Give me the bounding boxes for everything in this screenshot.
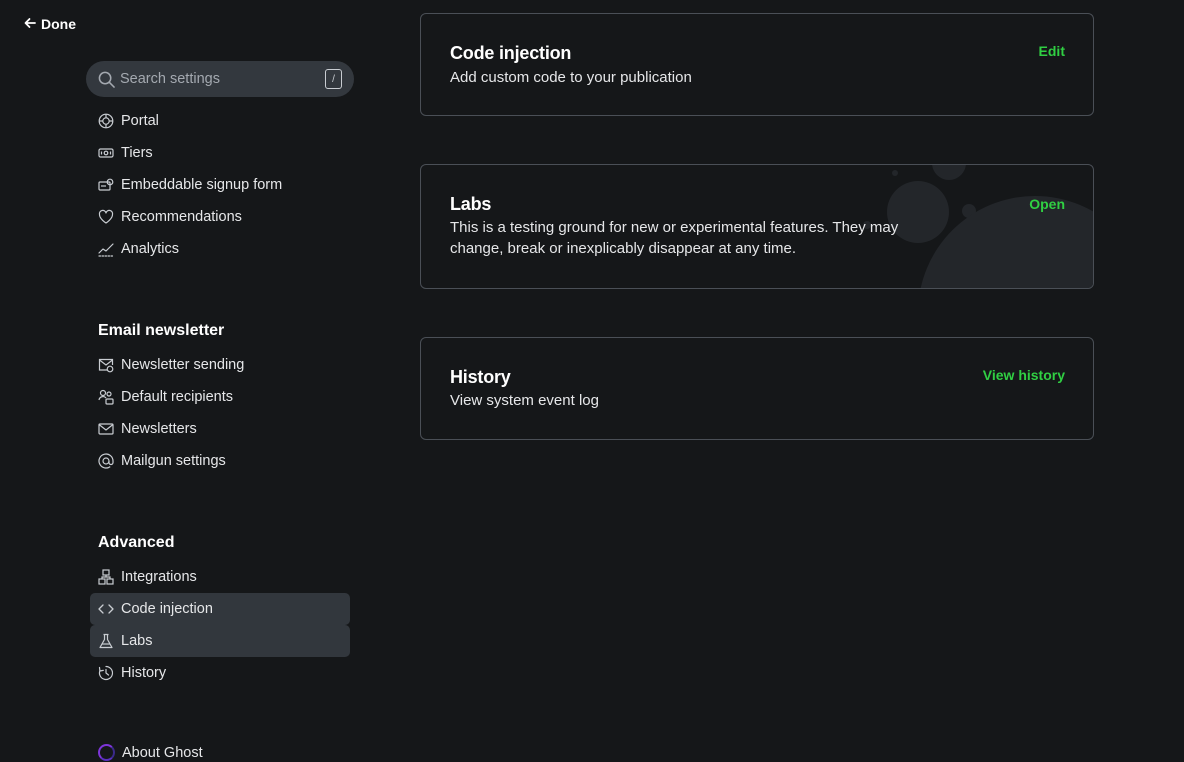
sidebar-membership-group: Portal Tiers Embeddable signup form Reco…	[90, 105, 350, 265]
flask-icon	[98, 633, 114, 649]
sidebar-item-label: Labs	[121, 633, 153, 649]
signup-form-icon	[98, 177, 114, 193]
done-label: Done	[41, 16, 76, 32]
recipients-icon	[98, 389, 114, 405]
sidebar-item-code-injection[interactable]: Code injection	[90, 593, 350, 625]
search-icon	[98, 71, 115, 88]
sidebar-item-label: Recommendations	[121, 209, 242, 225]
card-title: Labs	[450, 194, 492, 214]
card-title: History	[450, 367, 511, 387]
sidebar-item-newsletter-sending[interactable]: Newsletter sending	[90, 349, 350, 381]
sidebar-item-analytics[interactable]: Analytics	[90, 233, 350, 265]
sidebar-group-title-advanced: Advanced	[98, 534, 175, 551]
sidebar-item-history[interactable]: History	[90, 657, 350, 689]
heart-icon	[98, 209, 114, 225]
sidebar-item-label: Embeddable signup form	[121, 177, 283, 193]
newsletter-sending-icon	[98, 357, 114, 373]
search-bar[interactable]: /	[86, 61, 354, 97]
edit-button[interactable]: Edit	[1039, 43, 1065, 59]
arrow-left-icon	[24, 16, 36, 32]
at-icon	[98, 453, 114, 469]
labs-card: Labs This is a testing ground for new or…	[420, 164, 1094, 289]
history-icon	[98, 665, 114, 681]
sidebar-item-labs[interactable]: Labs	[90, 625, 350, 657]
sidebar-item-label: Newsletter sending	[121, 357, 245, 373]
sidebar-email-group: Newsletter sending Default recipients Ne…	[90, 349, 350, 477]
sidebar-item-label: Newsletters	[121, 421, 197, 437]
sidebar-item-label: Analytics	[121, 241, 180, 257]
sidebar-item-integrations[interactable]: Integrations	[90, 561, 350, 593]
card-description: View system event log	[450, 392, 599, 409]
sidebar-item-label: Portal	[121, 113, 159, 129]
open-button[interactable]: Open	[1029, 196, 1065, 212]
search-input[interactable]	[120, 71, 325, 87]
envelope-icon	[98, 421, 114, 437]
sidebar-item-recommendations[interactable]: Recommendations	[90, 201, 350, 233]
sidebar-item-label: Integrations	[121, 569, 197, 585]
view-history-button[interactable]: View history	[983, 367, 1065, 383]
sidebar-item-label: Default recipients	[121, 389, 234, 405]
code-icon	[98, 601, 114, 617]
sidebar-group-title-email: Email newsletter	[98, 322, 225, 339]
sidebar-item-default-recipients[interactable]: Default recipients	[90, 381, 350, 413]
about-label: About Ghost	[122, 744, 203, 761]
integrations-icon	[98, 569, 114, 585]
sidebar-item-tiers[interactable]: Tiers	[90, 137, 350, 169]
card-description: Add custom code to your publication	[450, 69, 692, 86]
sidebar-item-portal[interactable]: Portal	[90, 105, 350, 137]
history-card: History View system event log View histo…	[420, 337, 1094, 440]
tiers-icon	[98, 145, 114, 161]
done-button[interactable]: Done	[24, 16, 76, 32]
sidebar-item-label: History	[121, 665, 167, 681]
portal-icon	[98, 113, 114, 129]
sidebar-item-newsletters[interactable]: Newsletters	[90, 413, 350, 445]
search-shortcut-badge: /	[325, 69, 342, 89]
sidebar-item-label: Code injection	[121, 601, 213, 617]
sidebar-item-signup-form[interactable]: Embeddable signup form	[90, 169, 350, 201]
code-injection-card: Code injection Add custom code to your p…	[420, 13, 1094, 116]
about-ghost-link[interactable]: About Ghost	[98, 744, 203, 761]
sidebar-advanced-group: Integrations Code injection Labs History	[90, 561, 350, 689]
card-description: This is a testing ground for new or expe…	[450, 219, 899, 257]
card-title: Code injection	[450, 43, 572, 63]
sidebar-item-mailgun-settings[interactable]: Mailgun settings	[90, 445, 350, 477]
sidebar-item-label: Mailgun settings	[121, 453, 226, 469]
ghost-logo-icon	[98, 744, 115, 761]
sidebar-item-label: Tiers	[121, 145, 153, 161]
analytics-icon	[98, 241, 114, 257]
